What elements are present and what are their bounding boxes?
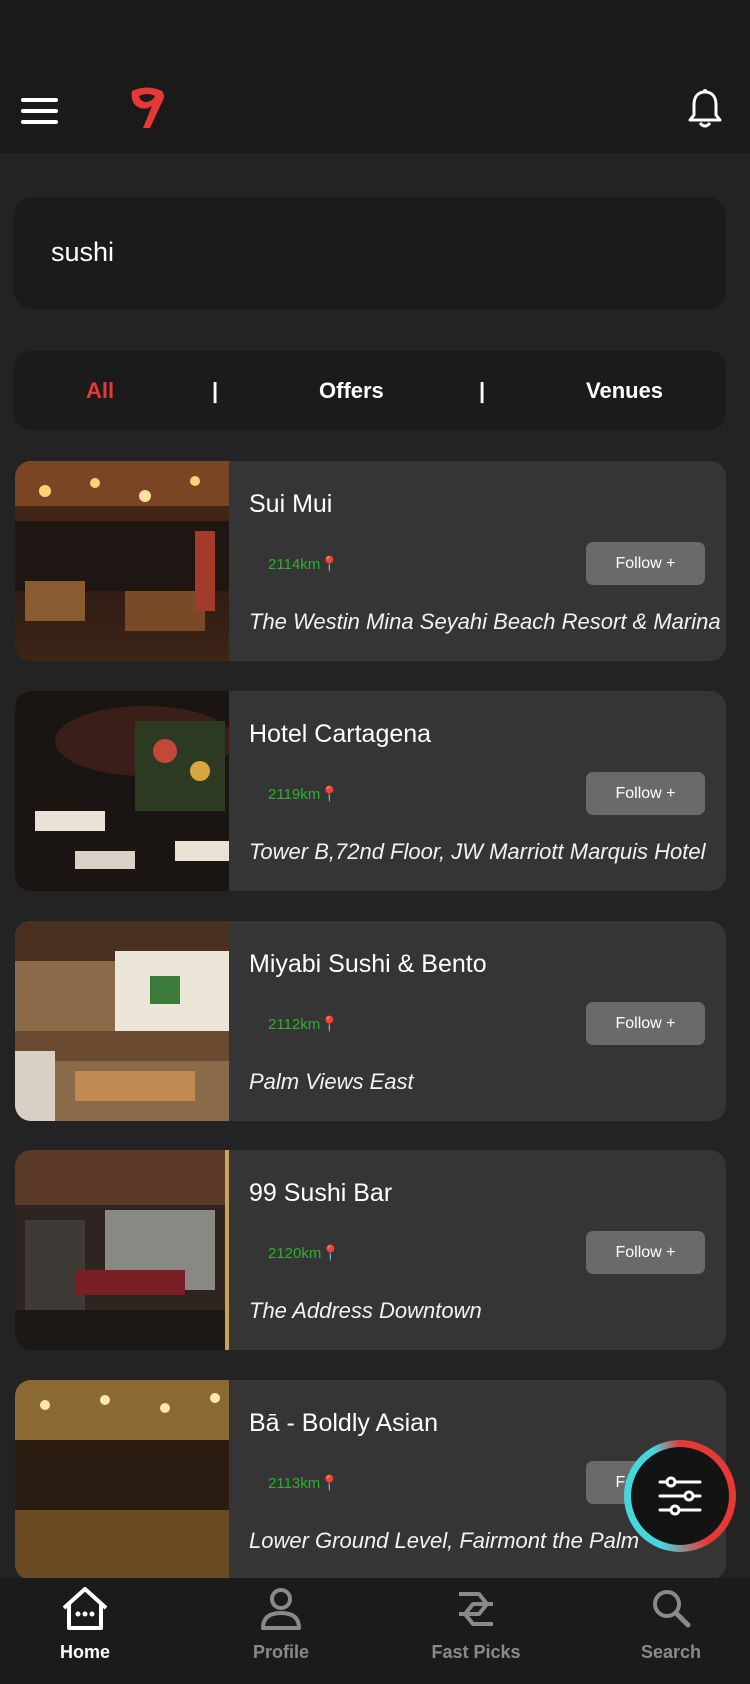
top-bar [0, 0, 750, 153]
venue-distance: 2113km📍 [268, 1475, 339, 1492]
nav-profile-label: Profile [252, 1642, 309, 1662]
location-pin-icon: 📍 [320, 1016, 339, 1033]
venue-card[interactable]: Miyabi Sushi & Bento 2112km📍 Follow + Pa… [15, 921, 726, 1121]
venue-card[interactable]: Hotel Cartagena 2119km📍 Follow + Tower B… [15, 691, 726, 891]
nav-search-label: Search [640, 1642, 702, 1662]
follow-button[interactable]: Follow + [586, 772, 705, 815]
venue-image [15, 1150, 229, 1350]
venue-address: The Address Downtown [249, 1298, 482, 1323]
venue-image [15, 1380, 229, 1580]
profile-icon [261, 1588, 301, 1630]
sliders-icon [658, 1476, 702, 1516]
venue-image [15, 691, 229, 891]
nav-home[interactable]: Home [10, 1578, 160, 1684]
nav-fast-picks[interactable]: Fast Picks [401, 1578, 551, 1684]
venue-name: Sui Mui [249, 490, 333, 518]
venue-address: Lower Ground Level, Fairmont the Palm [249, 1528, 640, 1553]
nav-fast-picks-label: Fast Picks [431, 1642, 521, 1662]
venue-address: Tower B,72nd Floor, JW Marriott Marquis … [249, 839, 706, 864]
venue-distance: 2119km📍 [268, 786, 339, 803]
filter-tabs: All | Offers | Venues [14, 351, 726, 430]
venue-name: 99 Sushi Bar [249, 1179, 393, 1207]
home-icon [62, 1587, 108, 1630]
location-pin-icon: 📍 [320, 1475, 339, 1492]
venue-card[interactable]: Sui Mui 2114km📍 Follow + The Westin Mina… [15, 461, 726, 661]
venue-card[interactable]: 99 Sushi Bar 2120km📍 Follow + The Addres… [15, 1150, 726, 1350]
venue-name: Hotel Cartagena [249, 720, 432, 748]
nav-home-label: Home [59, 1642, 110, 1662]
notification-bell-icon[interactable] [686, 88, 724, 130]
fast-picks-icon [459, 1592, 493, 1626]
location-pin-icon: 📍 [320, 556, 339, 573]
follow-button[interactable]: Follow + [586, 542, 705, 585]
venue-name: Bā - Boldly Asian [249, 1409, 438, 1437]
venue-image [15, 461, 229, 661]
location-pin-icon: 📍 [320, 786, 339, 803]
tab-venues[interactable]: Venues [586, 351, 663, 430]
hamburger-menu-icon[interactable] [21, 98, 58, 124]
venue-image [15, 921, 229, 1121]
filter-fab-button[interactable] [624, 1440, 736, 1552]
tab-offers[interactable]: Offers [319, 351, 384, 430]
search-query[interactable]: sushi [51, 237, 114, 268]
venue-distance: 2112km📍 [268, 1016, 339, 1033]
venue-address: The Westin Mina Seyahi Beach Resort & Ma… [249, 609, 721, 634]
tab-separator: | [212, 378, 219, 403]
brand-logo[interactable] [128, 86, 166, 132]
follow-button[interactable]: Follow + [586, 1002, 705, 1045]
venue-name: Miyabi Sushi & Bento [249, 950, 487, 978]
follow-button[interactable]: Follow + [586, 1231, 705, 1274]
venue-distance: 2120km📍 [268, 1245, 341, 1262]
nav-search[interactable]: Search [596, 1578, 746, 1684]
nav-profile[interactable]: Profile [206, 1578, 356, 1684]
venue-card[interactable]: Bā - Boldly Asian 2113km📍 Follow + Lower… [15, 1380, 726, 1580]
location-pin-icon: 📍 [321, 1245, 341, 1262]
search-box[interactable]: sushi [14, 197, 726, 309]
search-icon [653, 1590, 691, 1628]
tab-separator: | [479, 378, 486, 403]
venue-distance: 2114km📍 [268, 556, 339, 573]
bottom-navigation: Home Profile Fast Picks Search [0, 1578, 750, 1684]
venue-address: Palm Views East [249, 1069, 414, 1094]
tab-all[interactable]: All [86, 351, 114, 430]
